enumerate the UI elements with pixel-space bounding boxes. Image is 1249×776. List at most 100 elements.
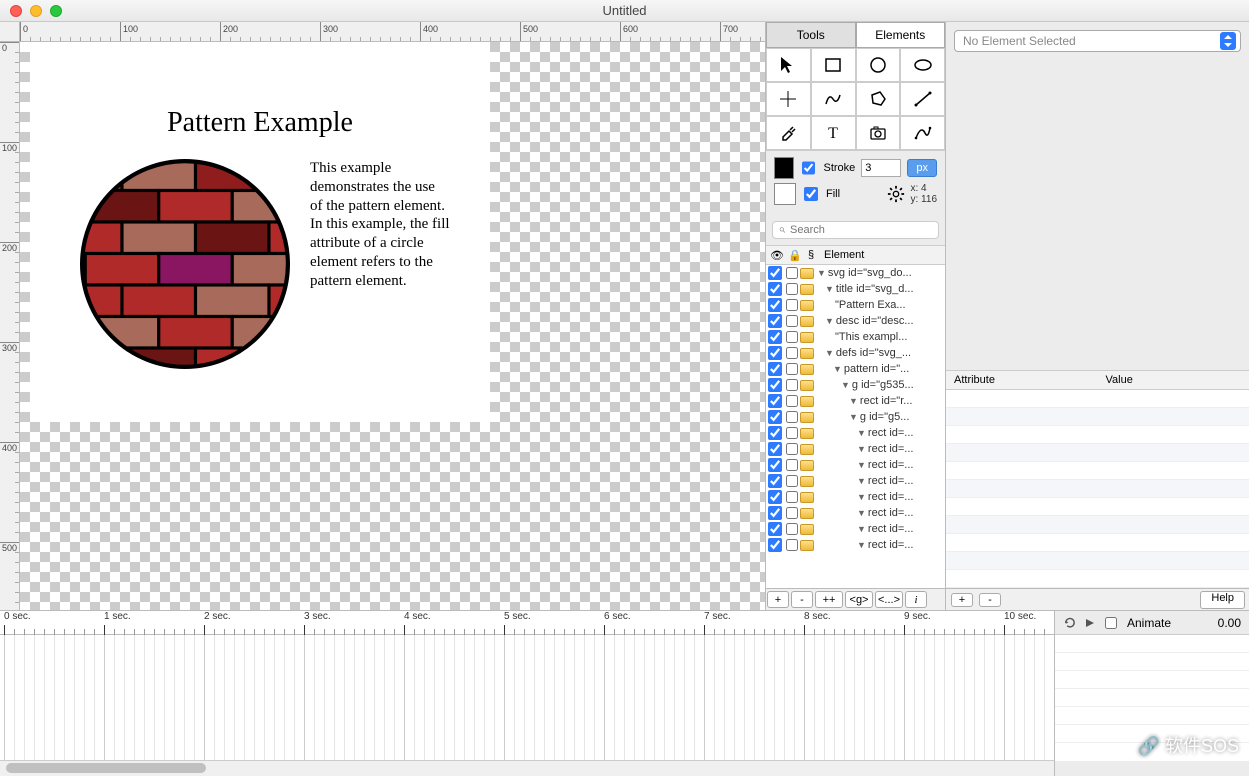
lock-checkbox[interactable] (786, 427, 798, 439)
attr-add-button[interactable]: + (951, 593, 973, 607)
visibility-checkbox[interactable] (768, 490, 782, 504)
tree-row[interactable]: ▼defs id="svg_... (766, 345, 945, 361)
tree-expand-button[interactable]: ++ (815, 591, 843, 608)
help-button[interactable]: Help (1200, 591, 1245, 609)
timeline-scrollbar[interactable] (0, 760, 1054, 776)
zoom-icon[interactable] (50, 5, 62, 17)
visibility-checkbox[interactable] (768, 394, 782, 408)
lock-checkbox[interactable] (786, 443, 798, 455)
disclosure-icon[interactable]: ▼ (857, 460, 866, 470)
tree-row[interactable]: ▼rect id=... (766, 425, 945, 441)
tree-row[interactable]: ▼rect id=... (766, 441, 945, 457)
lock-checkbox[interactable] (786, 379, 798, 391)
stroke-color-swatch[interactable] (774, 157, 794, 179)
play-icon[interactable] (1085, 618, 1095, 628)
disclosure-icon[interactable]: ▼ (849, 412, 858, 422)
tree-row[interactable]: ▼rect id=... (766, 473, 945, 489)
disclosure-icon[interactable]: ▼ (857, 524, 866, 534)
attr-remove-button[interactable]: - (979, 593, 1001, 607)
visibility-checkbox[interactable] (768, 506, 782, 520)
lock-checkbox[interactable] (786, 475, 798, 487)
tool-line[interactable] (900, 82, 945, 116)
timeline-ruler[interactable]: 0 sec.1 sec.2 sec.3 sec.4 sec.5 sec.6 se… (0, 611, 1054, 635)
tree-info-button[interactable]: i (905, 591, 927, 608)
canvas-viewport[interactable]: Pattern Example (20, 42, 765, 610)
stroke-unit-select[interactable]: px (907, 159, 937, 177)
close-icon[interactable] (10, 5, 22, 17)
tree-row[interactable]: ▼title id="svg_d... (766, 281, 945, 297)
lock-checkbox[interactable] (786, 331, 798, 343)
gear-icon[interactable] (887, 185, 905, 203)
element-selector[interactable]: No Element Selected (954, 30, 1241, 52)
disclosure-icon[interactable]: ▼ (857, 444, 866, 454)
disclosure-icon[interactable]: ▼ (857, 492, 866, 502)
disclosure-icon[interactable]: ▼ (857, 508, 866, 518)
tool-circle[interactable] (856, 48, 901, 82)
lock-checkbox[interactable] (786, 539, 798, 551)
stepper-icon[interactable] (1220, 32, 1236, 50)
tool-freeform[interactable] (811, 82, 856, 116)
tree-row[interactable]: ▼rect id=... (766, 489, 945, 505)
stroke-width-input[interactable] (861, 159, 901, 177)
tab-tools[interactable]: Tools (766, 22, 856, 48)
element-tree[interactable]: ▼svg id="svg_do...▼title id="svg_d..."Pa… (766, 265, 945, 588)
lock-checkbox[interactable] (786, 523, 798, 535)
visibility-checkbox[interactable] (768, 458, 782, 472)
tree-row[interactable]: ▼pattern id="... (766, 361, 945, 377)
attribute-rows[interactable] (946, 390, 1249, 588)
disclosure-icon[interactable]: ▼ (817, 268, 826, 278)
tree-row[interactable]: ▼g id="g535... (766, 377, 945, 393)
tool-selection[interactable] (766, 48, 811, 82)
visibility-checkbox[interactable] (768, 346, 782, 360)
animate-checkbox[interactable] (1105, 617, 1117, 629)
fill-color-swatch[interactable] (774, 183, 796, 205)
scrollbar-thumb[interactable] (6, 763, 206, 773)
search-field[interactable] (772, 221, 939, 239)
search-input[interactable] (790, 224, 932, 236)
visibility-checkbox[interactable] (768, 362, 782, 376)
visibility-column-icon[interactable]: 👁 (766, 249, 784, 262)
tool-ellipse[interactable] (900, 48, 945, 82)
artboard[interactable]: Pattern Example (30, 42, 490, 422)
lock-checkbox[interactable] (786, 315, 798, 327)
lock-checkbox[interactable] (786, 299, 798, 311)
tree-row[interactable]: ▼rect id="r... (766, 393, 945, 409)
disclosure-icon[interactable]: ▼ (857, 476, 866, 486)
tool-rectangle[interactable] (811, 48, 856, 82)
timeline-tracks[interactable] (0, 635, 1054, 760)
tool-crosshair[interactable] (766, 82, 811, 116)
timeline-main[interactable]: 0 sec.1 sec.2 sec.3 sec.4 sec.5 sec.6 se… (0, 611, 1054, 776)
disclosure-icon[interactable]: ▼ (849, 396, 858, 406)
lock-checkbox[interactable] (786, 507, 798, 519)
refresh-icon[interactable] (1063, 616, 1077, 630)
visibility-checkbox[interactable] (768, 522, 782, 536)
disclosure-icon[interactable]: ▼ (825, 348, 834, 358)
fill-checkbox[interactable] (804, 187, 818, 201)
lock-checkbox[interactable] (786, 347, 798, 359)
disclosure-icon[interactable]: ▼ (841, 380, 850, 390)
tree-add-button[interactable]: + (767, 591, 789, 608)
tree-row[interactable]: ▼svg id="svg_do... (766, 265, 945, 281)
disclosure-icon[interactable]: ▼ (825, 284, 834, 294)
tab-elements[interactable]: Elements (856, 22, 946, 48)
section-column-icon[interactable]: § (802, 249, 820, 261)
visibility-checkbox[interactable] (768, 314, 782, 328)
visibility-checkbox[interactable] (768, 410, 782, 424)
tree-row[interactable]: ▼rect id=... (766, 537, 945, 553)
disclosure-icon[interactable]: ▼ (857, 428, 866, 438)
visibility-checkbox[interactable] (768, 282, 782, 296)
visibility-checkbox[interactable] (768, 442, 782, 456)
tree-row[interactable]: ▼g id="g5... (766, 409, 945, 425)
disclosure-icon[interactable]: ▼ (825, 316, 834, 326)
visibility-checkbox[interactable] (768, 330, 782, 344)
tool-polygon[interactable] (856, 82, 901, 116)
tool-text[interactable]: T (811, 116, 856, 150)
tree-more-button[interactable]: <...> (875, 591, 903, 608)
tree-row[interactable]: ▼desc id="desc... (766, 313, 945, 329)
visibility-checkbox[interactable] (768, 298, 782, 312)
lock-checkbox[interactable] (786, 363, 798, 375)
tree-row[interactable]: "This exampl... (766, 329, 945, 345)
lock-checkbox[interactable] (786, 283, 798, 295)
ruler-horizontal[interactable]: 0100200300400500600700 (20, 22, 765, 42)
tool-camera[interactable] (856, 116, 901, 150)
